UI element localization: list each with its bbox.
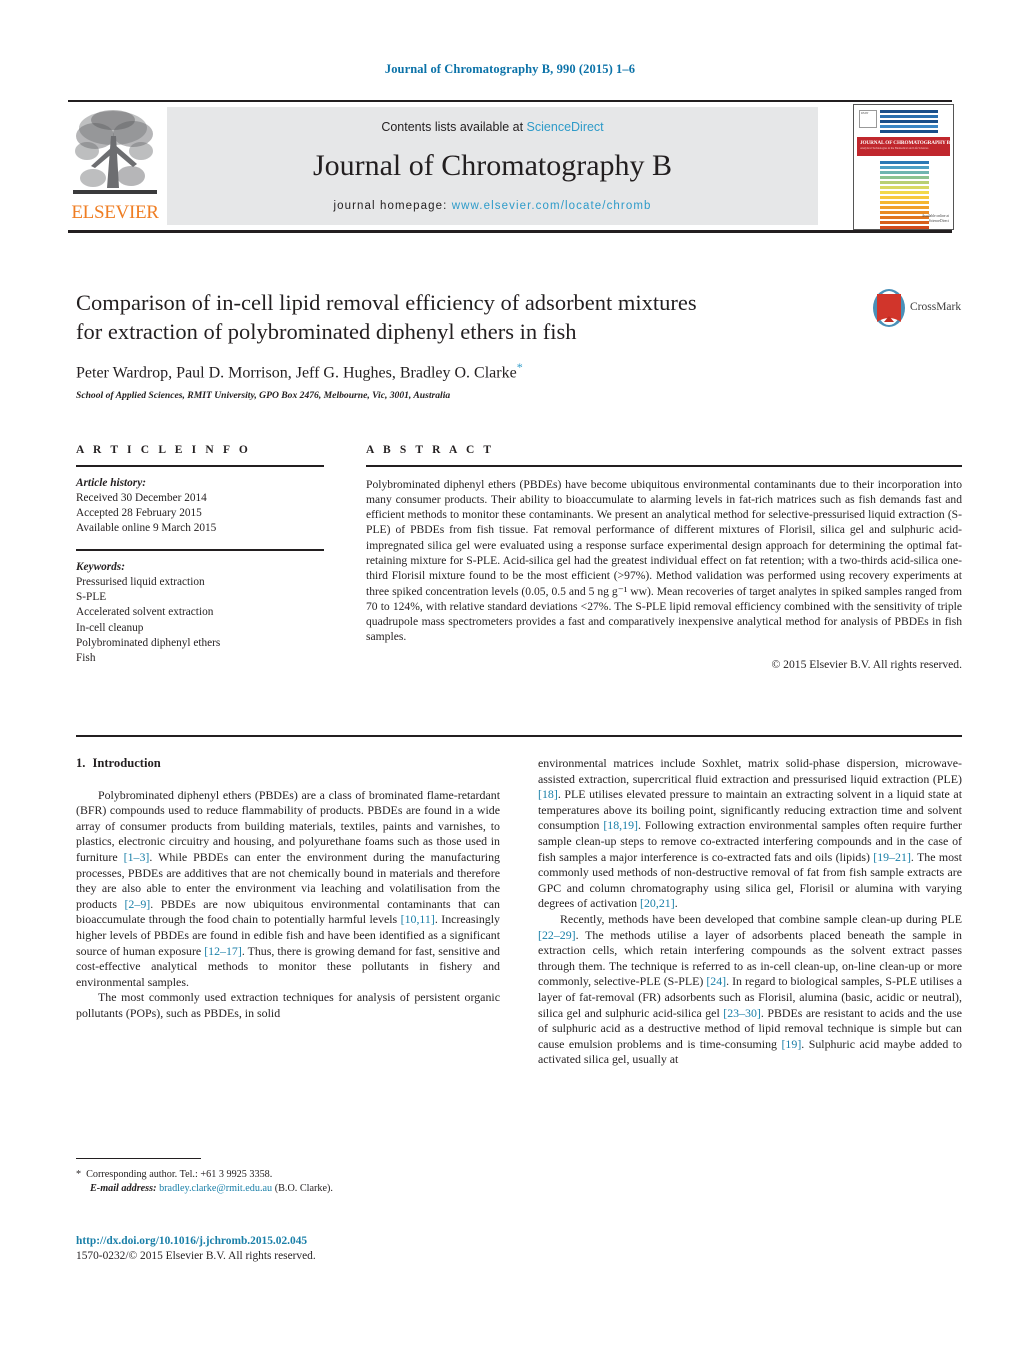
corresponding-author-footnote: * Corresponding author. Tel.: +61 3 9925 … [76,1168,500,1195]
citation-ref[interactable]: [20,21] [640,896,675,910]
affiliation: School of Applied Sciences, RMIT Univers… [76,390,451,401]
keywords-label: Keywords: [76,560,125,573]
page-title: Comparison of in-cell lipid removal effi… [76,288,836,346]
cover-red-band: JOURNAL OF CHROMATOGRAPHY B Analytical T… [857,137,950,156]
crossmark-label: CrossMark [910,301,962,313]
footnote-rule [76,1158,201,1160]
citation-ref[interactable]: [10,11] [401,912,435,926]
abstract-heading: A B S T R A C T [366,444,495,456]
keyword-item: Fish [76,652,96,665]
article-info-rule [76,465,324,467]
introduction-heading: 1. Introduction [76,756,500,772]
paper-page: Journal of Chromatography B, 990 (2015) … [0,0,1020,1351]
citation-ref[interactable]: [18] [538,787,558,801]
keyword-item: Polybrominated diphenyl ethers [76,636,221,649]
keyword-item: S-PLE [76,591,107,604]
journal-homepage-line: journal homepage: www.elsevier.com/locat… [167,200,818,212]
citation-ref[interactable]: [19–21] [873,850,911,864]
footnote-line-1: * Corresponding author. Tel.: +61 3 9925 … [76,1168,500,1182]
footnote-text: Corresponding author. Tel.: +61 3 9925 3… [86,1169,273,1180]
body-column-right: environmental matrices include Soxhlet, … [538,756,962,1068]
running-head: Journal of Chromatography B, 990 (2015) … [384,62,636,76]
article-history-block: Article history: Received 30 December 20… [76,476,324,537]
keyword-item: Accelerated solvent extraction [76,606,214,619]
masthead-panel: Contents lists available at ScienceDirec… [167,107,818,225]
elsevier-logo: ELSEVIER [70,106,160,226]
author-names: Peter Wardrop, Paul D. Morrison, Jeff G.… [76,364,517,382]
email-suffix: (B.O. Clarke). [274,1182,333,1194]
doi-block: http://dx.doi.org/10.1016/j.jchromb.2015… [76,1234,576,1264]
email-label: E-mail address: [90,1182,157,1194]
para-text: . [674,896,678,911]
corresponding-author-marker: * [516,360,523,374]
article-info-heading: A R T I C L E I N F O [76,444,251,456]
crossmark-badge-group[interactable]: CrossMark [872,288,968,330]
issn-copyright-line: 1570-0232/© 2015 Elsevier B.V. All right… [76,1250,316,1262]
title-line-1: Comparison of in-cell lipid removal effi… [76,290,697,315]
cover-band-subtitle: Analytical Technologies in the Biomedica… [860,147,929,150]
journal-title: Journal of Chromatography B [312,149,673,182]
abstract-rule [366,465,962,467]
journal-homepage-link[interactable]: www.elsevier.com/locate/chromb [452,200,652,212]
body-column-left: 1. Introduction Polybrominated diphenyl e… [76,756,500,1022]
citation-ref[interactable]: [19] [781,1037,801,1051]
footnote-star: * [76,1169,82,1180]
citation-ref[interactable]: [1–3] [124,850,150,864]
para-text: The most commonly used extraction techni… [76,990,500,1020]
title-line-2: for extraction of polybrominated dipheny… [76,319,577,344]
journal-cover-thumbnail: RMIT JOURNAL OF CHROMATOGRAPHY B Analyti… [853,104,954,230]
cover-footer-line2: ScienceDirect [928,219,949,223]
para-text: environmental matrices include Soxhlet, … [538,756,962,786]
copyright-line: © 2015 Elsevier B.V. All rights reserved… [771,657,962,671]
footnote-line-2: E-mail address: bradley.clarke@rmit.edu.… [76,1182,500,1196]
intro-paragraph-2: The most commonly used extraction techni… [76,990,500,1021]
crossmark-icon[interactable] [872,288,906,328]
cover-sciencedirect-footer: Available online at ScienceDirect [922,214,949,224]
keywords-block: Keywords: Pressurised liquid extraction … [76,560,324,666]
article-history-label: Article history: [76,476,146,489]
intro-paragraph-3: Recently, methods have been developed th… [538,912,962,1068]
section-number: 1. [76,756,86,770]
cover-top-stripes [880,110,938,135]
elsevier-tree-icon [73,106,157,198]
history-item: Available online 9 March 2015 [76,522,217,535]
abstract-column: A B S T R A C T Polybrominated diphenyl … [366,444,962,671]
cover-mini-logo: RMIT [859,110,877,128]
section-title: Introduction [92,756,161,770]
doi-link[interactable]: http://dx.doi.org/10.1016/j.jchromb.2015… [76,1234,576,1249]
citation-ref[interactable]: [23–30] [723,1006,761,1020]
elsevier-wordmark: ELSEVIER [71,202,159,223]
author-list: Peter Wardrop, Paul D. Morrison, Jeff G.… [76,360,876,382]
keyword-item: Pressurised liquid extraction [76,576,205,589]
keyword-item: In-cell cleanup [76,621,144,634]
citation-ref[interactable]: [2–9] [124,897,150,911]
masthead-rule-bottom [68,230,952,233]
history-item: Accepted 28 February 2015 [76,506,202,519]
article-info-column: A R T I C L E I N F O Article history: R… [76,444,324,666]
section-divider-rule [76,735,962,737]
homepage-prefix: journal homepage: [333,200,452,212]
citation-ref[interactable]: [22–29] [538,928,576,942]
intro-paragraph-1-cont: environmental matrices include Soxhlet, … [538,756,962,912]
journal-masthead: ELSEVIER Contents lists available at Sci… [68,100,954,233]
keywords-rule [76,549,324,551]
email-link[interactable]: bradley.clarke@rmit.edu.au [159,1183,272,1194]
contents-prefix: Contents lists available at [381,120,527,134]
para-text: Recently, methods have been developed th… [560,911,962,926]
abstract-body: Polybrominated diphenyl ethers (PBDEs) h… [366,477,962,644]
contents-available-line: Contents lists available at ScienceDirec… [167,120,818,134]
citation-ref[interactable]: [24] [706,974,726,988]
masthead-rule-top [68,100,952,102]
cover-band-title: JOURNAL OF CHROMATOGRAPHY B [860,140,950,146]
citation-ref[interactable]: [12–17] [204,944,242,958]
sciencedirect-link[interactable]: ScienceDirect [527,120,604,134]
history-item: Received 30 December 2014 [76,491,207,504]
intro-paragraph-1: Polybrominated diphenyl ethers (PBDEs) a… [76,788,500,991]
citation-ref[interactable]: [18,19] [603,818,638,832]
